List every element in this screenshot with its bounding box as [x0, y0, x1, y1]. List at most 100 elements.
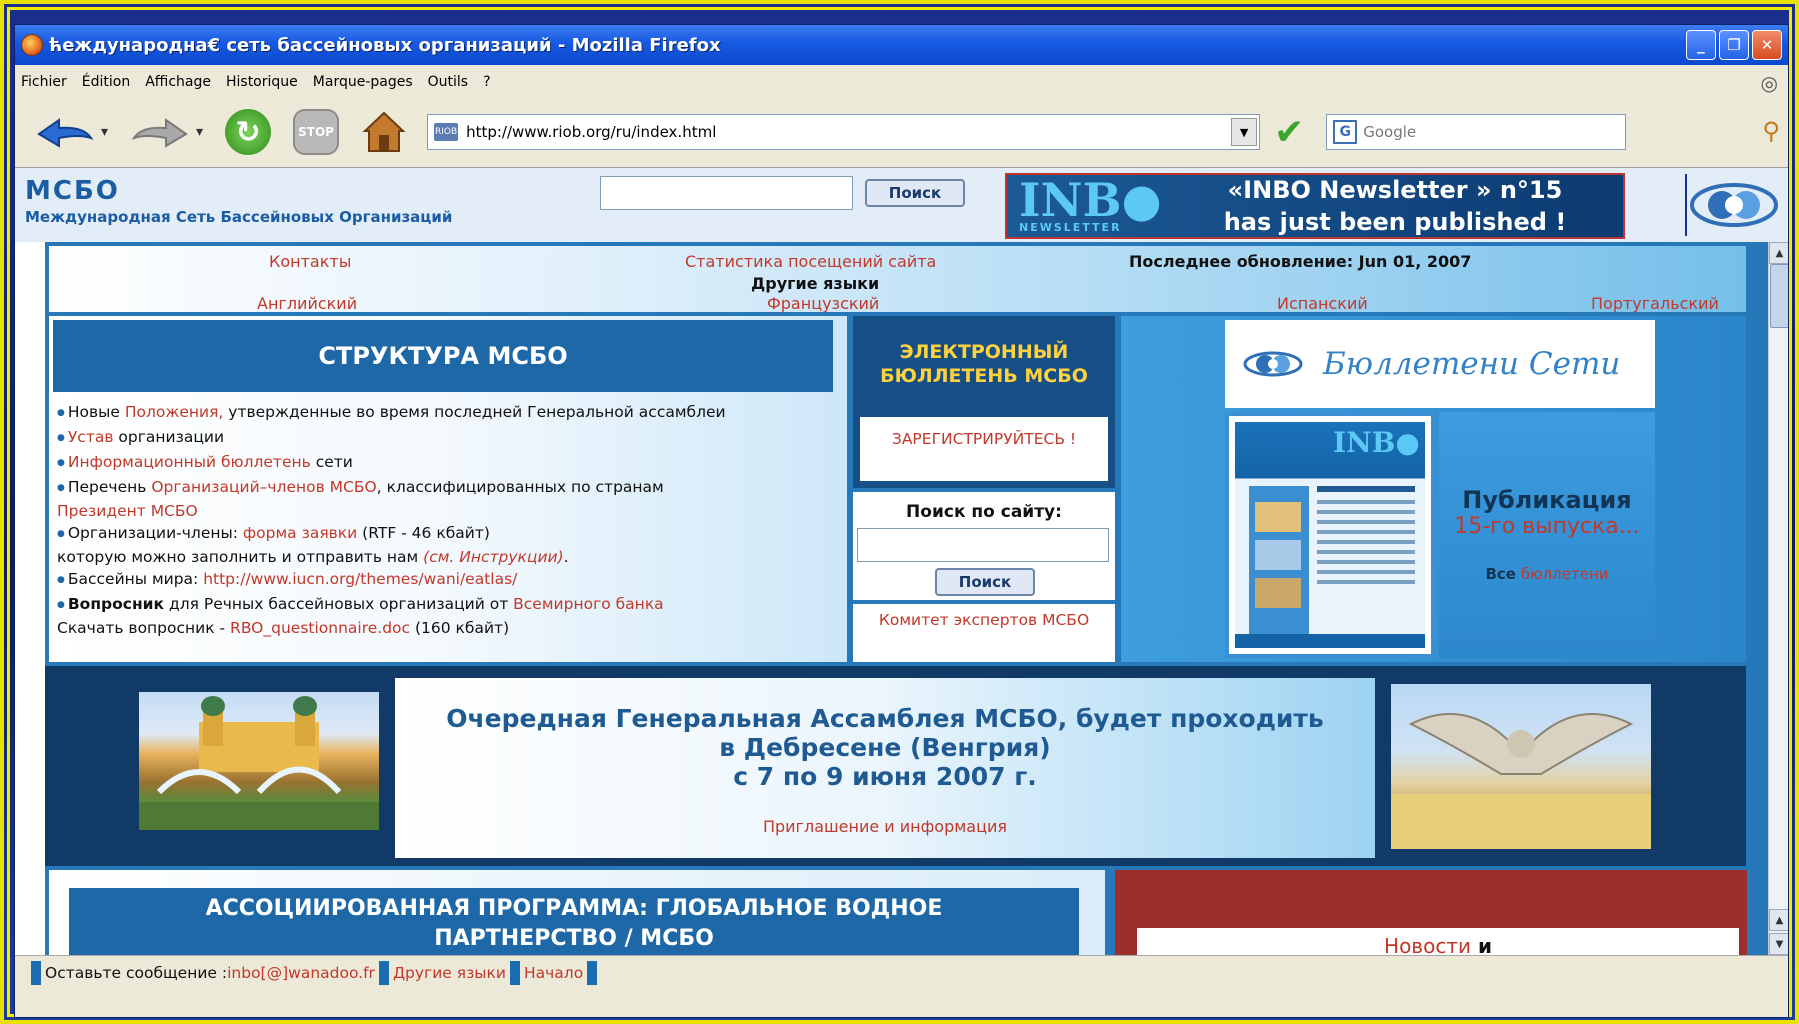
link-stats[interactable]: Статистика посещений сайта [685, 252, 936, 271]
list-item: Информационный бюллетень сети [57, 452, 837, 476]
inbo-banner-line2: has just been published ! [1223, 208, 1567, 236]
inbo-banner-logo: INB● NEWSLETTER [1007, 177, 1167, 234]
search-placeholder: Google [1363, 123, 1417, 141]
link-contacts[interactable]: Контакты [269, 252, 351, 271]
site-search-title: Поиск по сайту: [906, 502, 1062, 522]
footer-leave-message: Оставьте сообщение : [45, 964, 228, 982]
network-bulletins-banner[interactable]: Бюллетени Сети [1225, 320, 1655, 408]
forward-dropdown-icon[interactable]: ▾ [196, 124, 203, 140]
site-search-input[interactable] [857, 528, 1109, 562]
footer-marker [378, 961, 389, 985]
back-dropdown-icon[interactable]: ▾ [101, 124, 108, 140]
link-info-bulletin[interactable]: Информационный бюллетень [68, 453, 311, 471]
list-item: Вопросник для Речных бассейновых организ… [57, 594, 837, 639]
menu-edition[interactable]: Édition [82, 74, 130, 90]
header-search-button[interactable]: Поиск [865, 179, 965, 207]
link-charter[interactable]: Устав [68, 428, 114, 446]
footer-other-langs-link[interactable]: Другие языки [393, 964, 506, 982]
structure-list: Новые Положения, утвержденные во время п… [57, 402, 837, 640]
list-item: Новые Положения, утвержденные во время п… [57, 402, 837, 426]
e-bulletin-title: ЭЛЕКТРОННЫЙ БЮЛЛЕТЕНЬ МСБО [880, 341, 1088, 387]
link-english[interactable]: Английский [257, 294, 357, 313]
link-iucn[interactable]: http://www.iucn.org/themes/wani/eatlas/ [203, 570, 517, 588]
menu-help[interactable]: ? [483, 74, 490, 90]
site-search-button[interactable]: Поиск [935, 568, 1035, 596]
link-spanish[interactable]: Испанский [1277, 294, 1368, 313]
menu-affichage[interactable]: Affichage [145, 74, 211, 90]
structure-section: СТРУКТУРА МСБО Новые Положения, утвержде… [49, 316, 847, 662]
scroll-up-small-icon[interactable]: ▲ [1769, 909, 1788, 931]
stop-icon[interactable]: STOP [293, 109, 340, 155]
back-arrow-icon [37, 118, 94, 148]
associated-program-section: АССОЦИИРОВАННАЯ ПРОГРАММА: ГЛОБАЛЬНОЕ ВО… [49, 870, 1105, 955]
debrecen-photo [139, 692, 379, 830]
navigation-toolbar: ▾ ▾ ↻ STOP RIOB http://www.riob.org/ru/i… [15, 99, 1788, 165]
window-controls: _ ❐ ✕ [1686, 30, 1782, 60]
eagle-statue-photo [1391, 684, 1651, 849]
inbo-banner-text: «INBO Newsletter » n°15 has just been pu… [1167, 174, 1623, 238]
restore-button[interactable]: ❐ [1719, 30, 1749, 60]
link-application-form[interactable]: форма заявки [243, 524, 357, 542]
menu-historique[interactable]: Historique [226, 74, 298, 90]
home-icon[interactable] [361, 109, 407, 155]
link-regulations[interactable]: Положения, [125, 403, 224, 421]
footer-email-link[interactable]: inbo[@]wanadoo.fr [227, 964, 375, 982]
header-search-input[interactable] [600, 176, 853, 210]
menu-fichier[interactable]: Fichier [21, 74, 67, 90]
list-item: Бассейны мира: http://www.iucn.org/theme… [57, 569, 837, 593]
link-portuguese[interactable]: Португальский [1591, 294, 1719, 313]
scroll-thumb[interactable] [1770, 264, 1788, 328]
inbo-banner-line1: «INBO Newsletter » n°15 [1227, 176, 1563, 204]
footer-home-link[interactable]: Начало [524, 964, 583, 982]
publication-issue-link[interactable]: 15-го выпуска... [1439, 514, 1655, 539]
link-president[interactable]: Президент МСБО [57, 502, 198, 520]
newsletter-cover: INB● [1235, 422, 1425, 648]
right-panel: Бюллетени Сети INB● Публикация 15-го вып… [1121, 316, 1746, 662]
close-button[interactable]: ✕ [1752, 30, 1782, 60]
site-logo[interactable]: МСБО [25, 176, 120, 206]
assembly-invitation-link[interactable]: Приглашение и информация [395, 817, 1375, 836]
go-checkmark-icon[interactable]: ✔ [1274, 112, 1304, 153]
link-all-bulletins[interactable]: бюллетени [1516, 565, 1609, 583]
site-search-box: Поиск по сайту: Поиск [853, 492, 1115, 600]
page-content: Контакты Статистика посещений сайта Посл… [15, 242, 1788, 955]
associated-program-title: АССОЦИИРОВАННАЯ ПРОГРАММА: ГЛОБАЛЬНОЕ ВО… [69, 888, 1079, 955]
scroll-up-icon[interactable]: ▲ [1769, 242, 1788, 264]
link-questionnaire[interactable]: RBO_questionnaire.doc [230, 619, 410, 637]
list-item: Устав организации [57, 427, 837, 451]
minimize-button[interactable]: _ [1686, 30, 1716, 60]
browser-window: ћеждународна€ сеть бассейновых организац… [14, 24, 1789, 1018]
link-member-orgs[interactable]: Организаций–членов МСБО [151, 478, 376, 496]
newsletter-cover-image[interactable]: INB● [1225, 412, 1435, 658]
committee-link[interactable]: Комитет экспертов МСБО [853, 604, 1115, 662]
back-button[interactable] [35, 112, 95, 152]
google-icon: G [1333, 120, 1358, 144]
link-french[interactable]: Французский [767, 294, 879, 313]
status-bar: Оставьте сообщение : inbo[@]wanadoo.fr Д… [15, 955, 1788, 1017]
menu-outils[interactable]: Outils [428, 74, 468, 90]
title-bar[interactable]: ћеждународна€ сеть бассейновых организац… [15, 25, 1788, 65]
network-bulletins-title: Бюллетени Сети [1323, 346, 1621, 382]
site-favicon-icon: RIOB [434, 123, 459, 141]
page-scrollbar[interactable]: ▲ ▲ ▼ [1768, 242, 1788, 955]
scroll-down-icon[interactable]: ▼ [1769, 933, 1788, 955]
forward-button[interactable] [130, 112, 190, 152]
search-engine-box[interactable]: G Google [1326, 114, 1627, 150]
footer-marker [587, 961, 598, 985]
reload-icon[interactable]: ↻ [225, 109, 272, 155]
news-link[interactable]: Новости [1384, 934, 1471, 955]
publication-title: Публикация [1462, 486, 1632, 514]
register-link[interactable]: ЗАРЕГИСТРИРУЙТЕСЬ ! [860, 417, 1108, 481]
magnifier-icon[interactable]: ⚲ [1762, 117, 1780, 145]
menu-marque-pages[interactable]: Marque-pages [313, 74, 413, 90]
address-bar[interactable]: RIOB http://www.riob.org/ru/index.html ▼ [427, 114, 1261, 150]
link-instructions[interactable]: (см. Инструкции) [423, 548, 564, 566]
svg-text:INB●: INB● [1333, 426, 1420, 459]
url-dropdown-icon[interactable]: ▼ [1231, 118, 1258, 146]
link-world-bank[interactable]: Всемирного банка [513, 595, 664, 613]
inbo-newsletter-banner[interactable]: INB● NEWSLETTER «INBO Newsletter » n°15 … [1005, 173, 1625, 239]
other-languages-label: Другие языки [751, 274, 880, 293]
main-page: Контакты Статистика посещений сайта Посл… [45, 242, 1768, 955]
globe-icon [1243, 351, 1303, 377]
news-title: Новости и [1137, 928, 1739, 955]
